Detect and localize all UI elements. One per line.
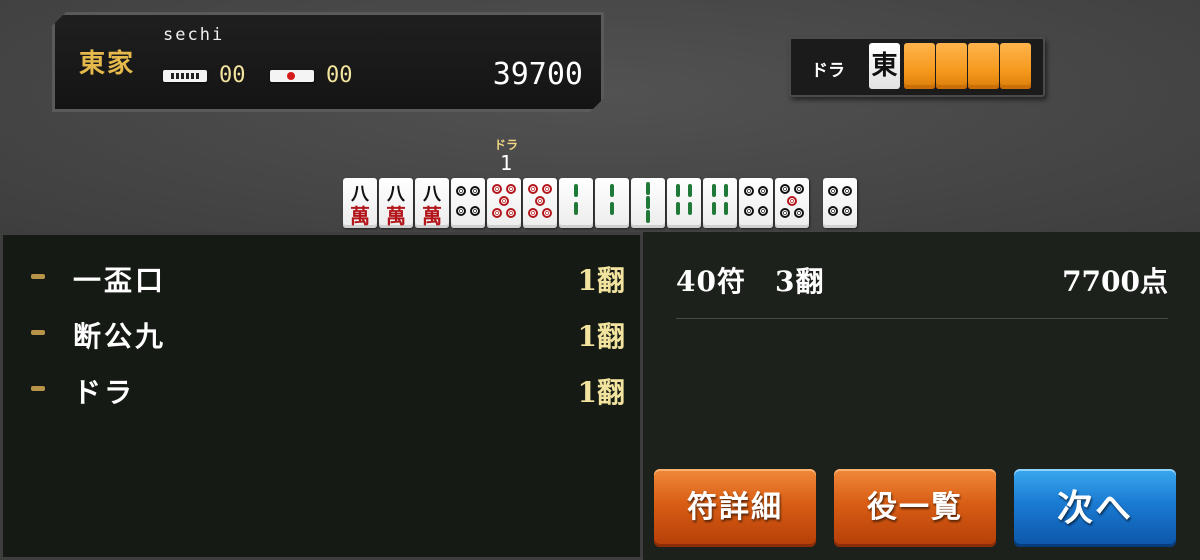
yaku-name: 断公九 bbox=[73, 320, 167, 353]
hand-tile bbox=[559, 178, 593, 228]
hand-tile bbox=[451, 178, 485, 228]
hand-tile bbox=[595, 178, 629, 228]
bullet-dash-icon bbox=[31, 330, 45, 335]
hand-tile bbox=[739, 178, 773, 228]
yaku-han: 1翻 bbox=[577, 376, 625, 409]
hand-tile bbox=[487, 178, 521, 228]
thousand-point-stick-icon bbox=[163, 70, 207, 82]
hand-tile bbox=[775, 178, 809, 228]
dora-label: ドラ bbox=[811, 61, 845, 81]
bullet-dash-icon bbox=[31, 274, 45, 279]
yaku-row: 一盃口 1翻 bbox=[25, 257, 625, 297]
yaku-name: 一盃口 bbox=[73, 264, 167, 297]
hand-tile bbox=[703, 178, 737, 228]
hidden-dora-tile bbox=[968, 43, 999, 89]
hand-dora-marker: ドラ 1 bbox=[490, 136, 522, 173]
hundred-stick-count: 00 bbox=[326, 63, 353, 88]
hundred-point-stick-icon bbox=[270, 70, 314, 82]
yaku-han: 1翻 bbox=[577, 264, 625, 297]
bullet-dash-icon bbox=[31, 386, 45, 391]
hand-tile: 八萬 bbox=[415, 178, 449, 228]
fu-detail-button[interactable]: 符詳細 bbox=[654, 469, 816, 547]
hidden-dora-tile bbox=[1000, 43, 1031, 89]
hidden-dora-tile bbox=[904, 43, 935, 89]
player-panel: 東家 sechi 00 00 39700 bbox=[52, 12, 604, 112]
player-score: 39700 bbox=[492, 57, 583, 92]
hand-tile: 八萬 bbox=[379, 178, 413, 228]
dora-indicator-panel: ドラ 東 bbox=[789, 37, 1045, 97]
hidden-dora-tile bbox=[936, 43, 967, 89]
next-button[interactable]: 次へ bbox=[1014, 469, 1176, 547]
yaku-han: 1翻 bbox=[577, 320, 625, 353]
fu-han-text: 40符 3翻 bbox=[676, 265, 825, 298]
points-text: 7700点 bbox=[1062, 265, 1168, 298]
yaku-row: ドラ 1翻 bbox=[25, 369, 625, 409]
seat-wind-label: 東家 bbox=[79, 49, 136, 79]
thousand-stick-count: 00 bbox=[219, 63, 246, 88]
yaku-list-panel: 一盃口 1翻 断公九 1翻 ドラ 1翻 bbox=[0, 232, 643, 560]
dora-indicator-tile: 東 bbox=[869, 43, 900, 89]
player-name: sechi bbox=[163, 25, 225, 45]
hand-tile bbox=[523, 178, 557, 228]
hand-dora-count: 1 bbox=[499, 151, 513, 175]
divider bbox=[676, 318, 1168, 319]
yaku-row: 断公九 1翻 bbox=[25, 313, 625, 353]
score-summary-panel: 40符 3翻 7700点 符詳細 役一覧 次へ bbox=[643, 232, 1200, 560]
yaku-list-button[interactable]: 役一覧 bbox=[834, 469, 996, 547]
hand-tile bbox=[667, 178, 701, 228]
yaku-name: ドラ bbox=[73, 376, 136, 409]
winning-tile bbox=[823, 178, 857, 228]
hand-tile: 八萬 bbox=[343, 178, 377, 228]
hand-tile bbox=[631, 178, 665, 228]
